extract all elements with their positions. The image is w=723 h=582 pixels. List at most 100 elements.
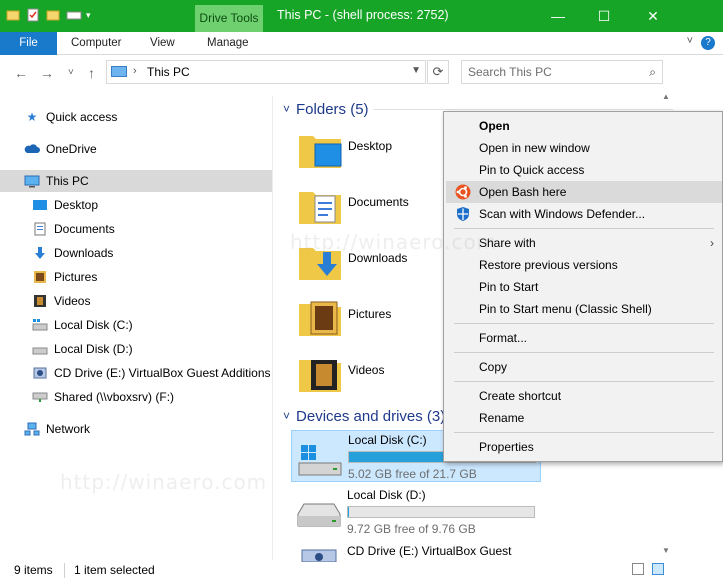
help-icon[interactable]: ? (701, 36, 715, 50)
selection-count: 1 item selected (74, 563, 155, 577)
breadcrumb-separator[interactable]: › (133, 65, 137, 77)
menu-item-copy[interactable]: Copy (446, 356, 722, 378)
nav-item-label: Pictures (54, 270, 98, 284)
address-bar[interactable]: › This PC ▼ (106, 60, 426, 84)
nav-item-label: This PC (46, 174, 89, 188)
menu-item-open-new-window[interactable]: Open in new window (446, 137, 722, 159)
pane-splitter[interactable] (272, 96, 273, 560)
menu-item-label: Copy (479, 360, 508, 374)
menu-item-open-bash[interactable]: Open Bash here (446, 181, 722, 203)
nav-item-label: Documents (54, 222, 115, 236)
nav-item-local-disk-c[interactable]: Local Disk (C:) (32, 314, 133, 336)
menu-item-label: Open in new window (479, 141, 590, 155)
folder-pictures[interactable]: Pictures (297, 294, 447, 344)
nav-item-label: Local Disk (D:) (54, 342, 133, 356)
network-icon (24, 422, 40, 436)
tiles-view-icon[interactable] (652, 563, 664, 575)
ubuntu-icon (455, 184, 471, 200)
nav-item-videos[interactable]: Videos (32, 290, 90, 312)
desktop-icon (32, 198, 48, 212)
tab-computer[interactable]: Computer (71, 32, 122, 55)
menu-item-scan-defender[interactable]: Scan with Windows Defender... (446, 203, 722, 225)
search-icon[interactable]: ⌕ (649, 65, 656, 80)
documents-folder-icon (297, 186, 343, 226)
search-box[interactable]: ⌕ (461, 60, 663, 84)
chevron-down-icon[interactable]: ˅ (283, 102, 290, 116)
menu-item-format[interactable]: Format... (446, 327, 722, 349)
minimize-button[interactable]: — (535, 0, 581, 32)
menu-item-pin-quick-access[interactable]: Pin to Quick access (446, 159, 722, 181)
nav-item-local-disk-d[interactable]: Local Disk (D:) (32, 338, 133, 360)
nav-item-shared-drive[interactable]: Shared (\\vboxsrv) (F:) (32, 386, 174, 408)
downloads-icon (32, 246, 48, 260)
nav-item-documents[interactable]: Documents (32, 218, 115, 240)
rename-icon[interactable] (66, 8, 82, 22)
forward-button[interactable]: → (40, 65, 54, 81)
scroll-up-icon[interactable]: ▲ (661, 92, 671, 101)
breadcrumb-this-pc[interactable]: This PC (147, 65, 190, 79)
menu-item-pin-start-classic[interactable]: Pin to Start menu (Classic Shell) (446, 298, 722, 320)
menu-item-label: Pin to Start (479, 280, 539, 294)
up-button[interactable]: ↑ (88, 65, 95, 81)
close-button[interactable]: ✕ (630, 0, 676, 32)
search-input[interactable] (468, 62, 638, 82)
menu-item-label: Format... (479, 331, 528, 345)
folder-desktop[interactable]: Desktop (297, 126, 447, 176)
ribbon-expand-icon[interactable]: ˅ (687, 35, 693, 47)
drive-tools-tab[interactable]: Drive Tools (195, 5, 263, 32)
drive-label: Local Disk (C:) (348, 433, 427, 447)
devices-group-header[interactable]: ˅ Devices and drives (3) (283, 405, 445, 427)
documents-icon (32, 222, 48, 236)
status-bar: 9 items 1 item selected (0, 560, 723, 582)
folder-documents[interactable]: Documents (297, 182, 447, 232)
nav-item-network[interactable]: Network (24, 418, 90, 440)
refresh-button[interactable]: ⟳ (427, 60, 449, 84)
properties-icon[interactable] (26, 8, 40, 22)
quick-access-toolbar: ▾ (6, 8, 100, 22)
drive-label: CD Drive (E:) VirtualBox Guest (347, 544, 512, 558)
scroll-down-icon[interactable]: ▼ (661, 546, 671, 555)
tab-view[interactable]: View (150, 32, 175, 55)
menu-item-create-shortcut[interactable]: Create shortcut (446, 385, 722, 407)
nav-item-label: OneDrive (46, 142, 97, 156)
menu-item-pin-start[interactable]: Pin to Start (446, 276, 722, 298)
menu-item-rename[interactable]: Rename (446, 407, 722, 429)
nav-item-desktop[interactable]: Desktop (32, 194, 98, 216)
nav-item-label: Downloads (54, 246, 114, 260)
customize-toolbar-icon[interactable]: ▾ (86, 8, 100, 22)
chevron-down-icon[interactable]: ˅ (283, 409, 290, 423)
navigation-bar: ← → ˅ ↑ › This PC ▼ ⟳ ⌕ (0, 56, 723, 88)
address-dropdown-icon[interactable]: ▼ (411, 65, 421, 76)
nav-item-pictures[interactable]: Pictures (32, 266, 97, 288)
nav-item-label: Quick access (46, 110, 118, 124)
menu-item-label: Properties (479, 440, 534, 454)
folders-group-header[interactable]: ˅ Folders (5) (283, 98, 369, 120)
tab-manage[interactable]: Manage (207, 32, 249, 55)
nav-item-cd-drive[interactable]: CD Drive (E:) VirtualBox Guest Additions (32, 362, 271, 384)
new-folder-icon[interactable] (46, 8, 60, 22)
menu-item-open[interactable]: Open (446, 115, 722, 137)
nav-item-this-pc[interactable]: This PC (0, 170, 272, 192)
maximize-button[interactable]: ☐ (581, 0, 627, 32)
star-icon: ★ (26, 110, 38, 124)
folder-videos[interactable]: Videos (297, 350, 447, 400)
drive-cd-e[interactable]: CD Drive (E:) VirtualBox Guest (291, 542, 541, 562)
nav-item-onedrive[interactable]: OneDrive (24, 138, 97, 160)
folder-icon[interactable] (6, 8, 20, 22)
videos-folder-icon (297, 354, 343, 394)
back-button[interactable]: ← (14, 65, 28, 81)
menu-item-label: Open (479, 119, 510, 133)
recent-locations-button[interactable]: ˅ (68, 67, 74, 78)
menu-item-properties[interactable]: Properties (446, 436, 722, 458)
details-view-icon[interactable] (632, 563, 644, 575)
nav-item-quick-access[interactable]: ★ Quick access (24, 106, 118, 128)
menu-item-label: Scan with Windows Defender... (479, 207, 646, 221)
menu-item-label: Open Bash here (479, 185, 567, 199)
menu-item-restore-versions[interactable]: Restore previous versions (446, 254, 722, 276)
menu-separator (454, 323, 714, 324)
tab-file[interactable]: File (0, 32, 57, 55)
drive-local-disk-d[interactable]: Local Disk (D:) 9.72 GB free of 9.76 GB (291, 486, 541, 538)
menu-item-label: Rename (479, 411, 525, 425)
folder-label: Pictures (348, 307, 392, 321)
nav-item-downloads[interactable]: Downloads (32, 242, 113, 264)
